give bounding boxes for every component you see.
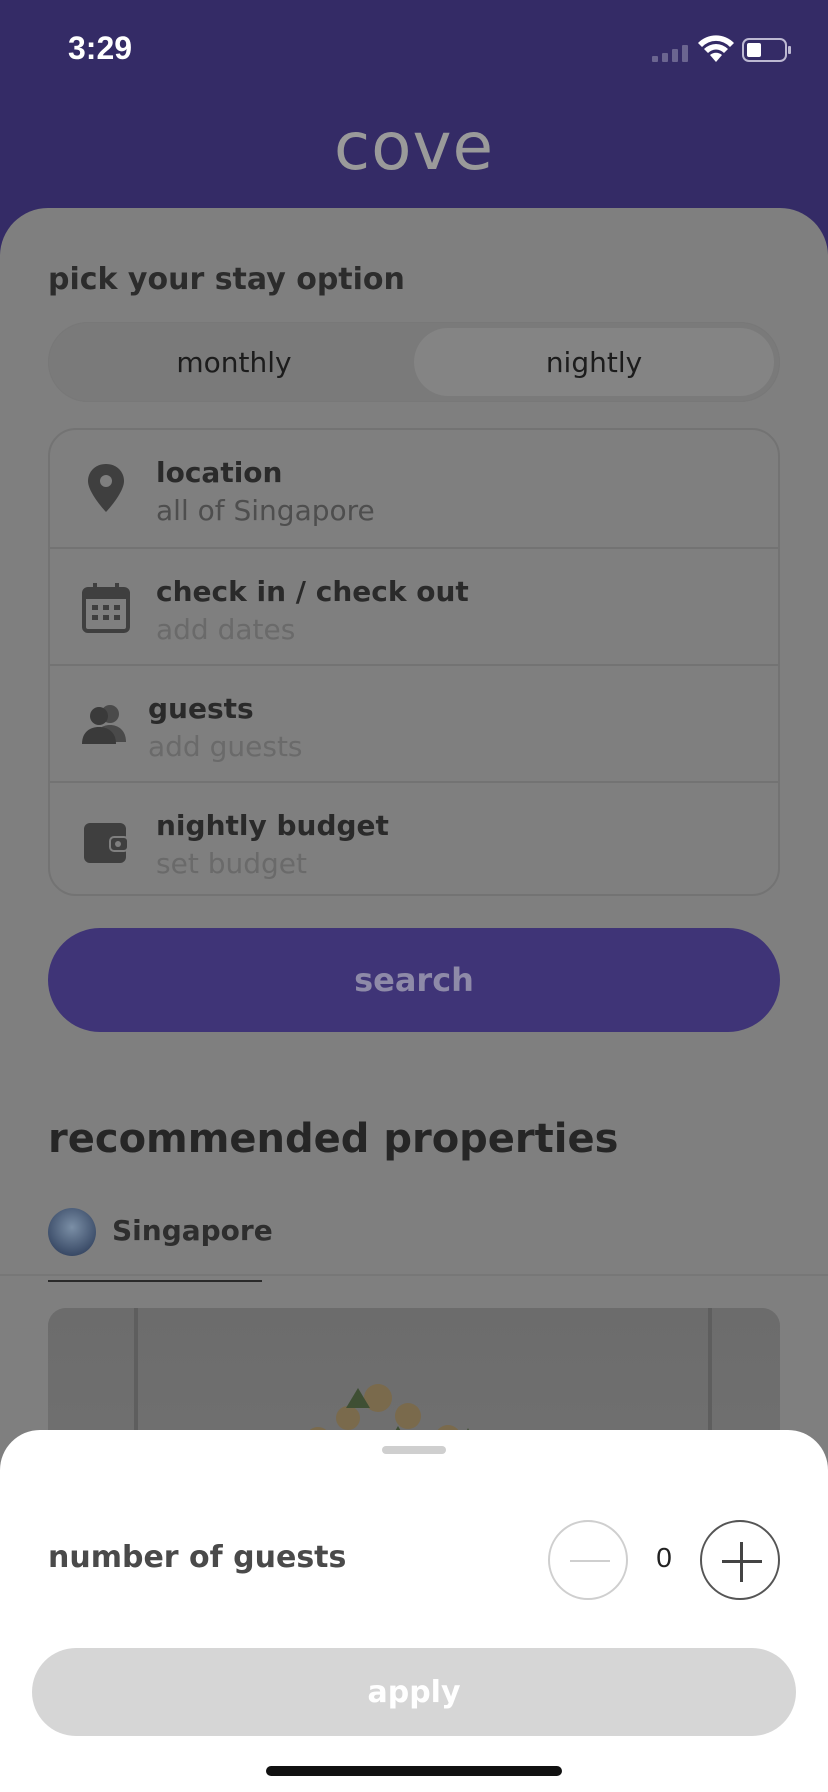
number-of-guests-label: number of guests: [48, 1540, 347, 1575]
dates-field[interactable]: check in / check out add dates: [50, 547, 778, 664]
guest-count: 0: [656, 1542, 672, 1573]
budget-placeholder: set budget: [156, 847, 307, 880]
recommended-title: recommended properties: [48, 1116, 619, 1162]
wifi-icon: [698, 35, 734, 62]
budget-field[interactable]: nightly budget set budget: [50, 781, 778, 898]
search-form-card: location all of Singapore check in / che…: [48, 428, 780, 896]
increment-guests-button[interactable]: [700, 1520, 780, 1600]
location-value: all of Singapore: [156, 494, 375, 527]
status-time: 3:29: [68, 30, 133, 66]
guests-label: guests: [148, 692, 254, 725]
guests-bottom-sheet: number of guests 0 apply: [0, 1430, 828, 1792]
tab-singapore[interactable]: Singapore: [48, 1200, 273, 1282]
tab-divider: [0, 1274, 828, 1276]
singapore-thumbnail: [48, 1208, 96, 1256]
battery-icon: [742, 38, 791, 62]
home-indicator: [266, 1766, 562, 1776]
location-field[interactable]: location all of Singapore: [50, 430, 778, 547]
guests-field[interactable]: guests add guests: [50, 664, 778, 781]
app-logo: cove: [333, 108, 495, 185]
location-pin-icon: [88, 464, 124, 512]
sheet-drag-handle[interactable]: [382, 1446, 446, 1454]
status-bar: 3:29: [0, 0, 828, 100]
wallet-icon: [84, 823, 129, 863]
stay-option-nightly[interactable]: nightly: [414, 328, 774, 396]
calendar-icon: [82, 583, 130, 633]
cellular-signal-icon: [652, 45, 688, 62]
tab-label: Singapore: [112, 1214, 273, 1247]
stay-option-toggle: monthly nightly: [48, 322, 780, 402]
decrement-guests-button[interactable]: [548, 1520, 628, 1600]
stay-option-title: pick your stay option: [48, 262, 405, 297]
guests-placeholder: add guests: [148, 730, 303, 763]
dates-label: check in / check out: [156, 575, 469, 608]
dates-placeholder: add dates: [156, 613, 296, 646]
search-button[interactable]: search: [48, 928, 780, 1032]
users-icon: [82, 705, 126, 744]
location-label: location: [156, 456, 283, 489]
apply-button[interactable]: apply: [32, 1648, 796, 1736]
stay-option-monthly[interactable]: monthly: [54, 328, 414, 396]
budget-label: nightly budget: [156, 809, 389, 842]
